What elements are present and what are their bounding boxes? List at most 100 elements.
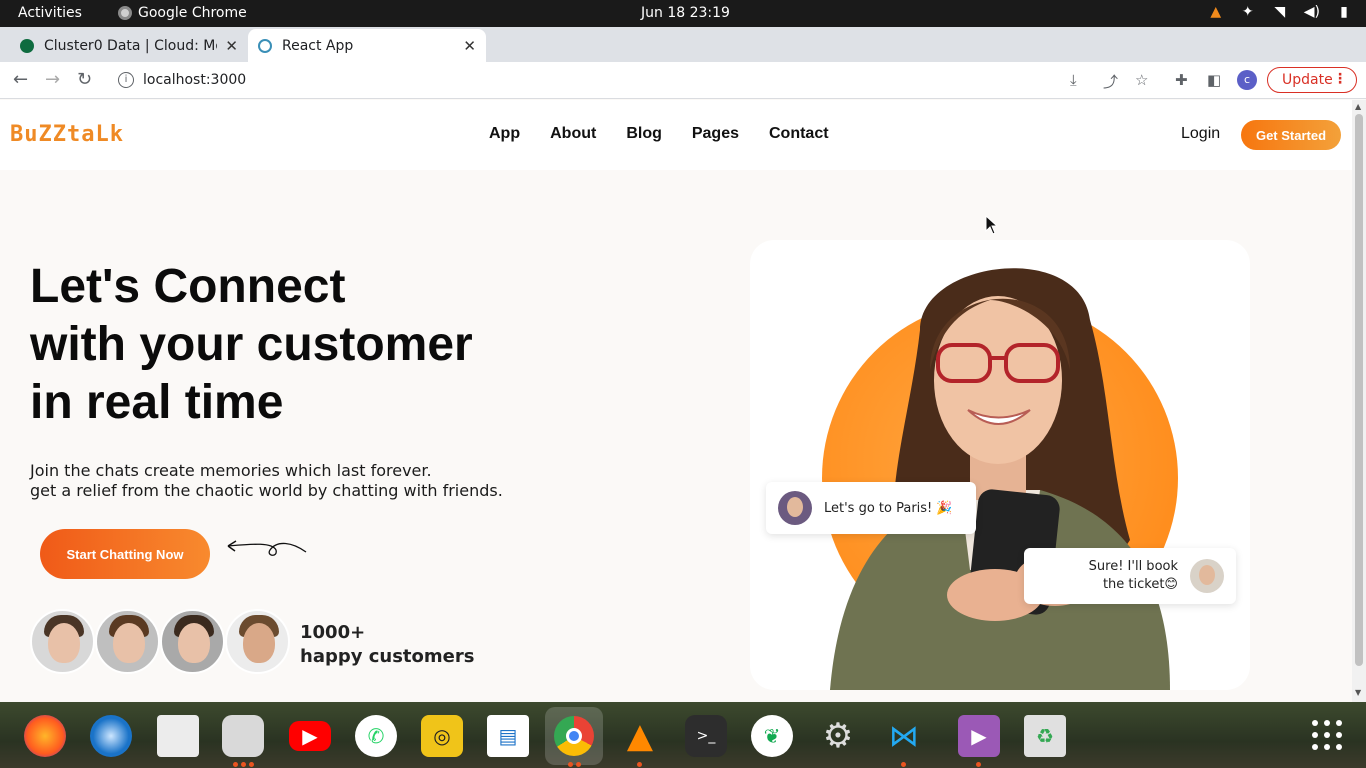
- files-icon[interactable]: [222, 715, 264, 757]
- running-indicator: [233, 762, 238, 767]
- running-indicator: [568, 762, 573, 767]
- thunderbird-icon[interactable]: [90, 715, 132, 757]
- chrome-small-icon: [118, 6, 132, 20]
- hero-title: Let's Connect with your customer in real…: [30, 258, 473, 432]
- running-indicator: [249, 762, 254, 767]
- chat-message-line: the ticket😊: [1102, 577, 1178, 592]
- system-top-bar: Activities Google Chrome Jun 18 23:19 ▲ …: [0, 0, 1366, 27]
- customers-label: happy customers: [300, 646, 475, 667]
- side-panel-icon[interactable]: ◧: [1207, 71, 1221, 89]
- hero-subtitle-line: get a relief from the chaotic world by c…: [30, 481, 503, 500]
- forward-icon[interactable]: →: [45, 69, 60, 90]
- wifi-icon[interactable]: ◥: [1272, 4, 1288, 20]
- close-tab-icon[interactable]: ✕: [225, 37, 238, 55]
- update-button[interactable]: Update ⋮: [1267, 67, 1357, 93]
- rhythmbox-icon[interactable]: ◎: [421, 715, 463, 757]
- vscode-icon[interactable]: ⋈: [883, 715, 925, 757]
- customer-count: 1000+ happy customers: [300, 621, 474, 669]
- hero-title-line: Let's Connect: [30, 260, 346, 313]
- settings-icon[interactable]: ⚙: [817, 715, 859, 757]
- vlc-icon[interactable]: ▲: [619, 715, 661, 757]
- url-text: localhost:3000: [143, 72, 247, 88]
- scroll-up-icon[interactable]: ▲: [1355, 102, 1361, 111]
- back-icon[interactable]: ←: [13, 69, 28, 90]
- page-scrollbar[interactable]: ▲ ▼: [1352, 100, 1366, 702]
- system-tray[interactable]: ▲ ✦ ◥ ◀) ▮: [1208, 4, 1352, 20]
- scrollbar-thumb[interactable]: [1355, 114, 1363, 666]
- mongodb-leaf-icon: [20, 38, 34, 53]
- trash-icon[interactable]: ♻: [1024, 715, 1066, 757]
- hero-subtitle-line: Join the chats create memories which las…: [30, 461, 432, 480]
- avatar: [778, 491, 812, 525]
- page-viewport: BuZZtaLk App About Blog Pages Contact Lo…: [0, 100, 1352, 702]
- running-indicator: [241, 762, 246, 767]
- tab-react-app[interactable]: React App ✕: [248, 29, 486, 62]
- reload-icon[interactable]: ↻: [77, 69, 92, 90]
- bookmark-star-icon[interactable]: ☆: [1135, 71, 1148, 89]
- close-tab-icon[interactable]: ✕: [463, 37, 476, 55]
- address-bar[interactable]: i localhost:3000: [110, 66, 1060, 94]
- vlc-tray-icon[interactable]: ▲: [1208, 4, 1224, 20]
- chrome-menu-icon[interactable]: ⋮: [1333, 71, 1347, 87]
- battery-icon[interactable]: ▮: [1336, 4, 1352, 20]
- youtube-icon[interactable]: ▶: [289, 721, 331, 751]
- tab-title: Cluster0 Data | Cloud: Mor: [44, 37, 218, 54]
- mouse-cursor-icon: [985, 215, 999, 235]
- tab-title: React App: [282, 37, 354, 54]
- whatsapp-icon[interactable]: ✆: [355, 715, 397, 757]
- text-editor-icon[interactable]: [157, 715, 199, 757]
- woman-with-phone-image: [830, 268, 1170, 690]
- main-nav: App About Blog Pages Contact: [489, 125, 829, 143]
- dock: ▶ ✆ ◎ ▤ ▲ >_ ❦ ⚙ ⋈ ▶ ♻: [0, 702, 1366, 768]
- avatar: [225, 609, 290, 674]
- running-indicator: [901, 762, 906, 767]
- avatar: [95, 609, 160, 674]
- install-icon[interactable]: ⤓: [1070, 71, 1077, 89]
- nav-pages[interactable]: Pages: [692, 125, 739, 143]
- libreoffice-writer-icon[interactable]: ▤: [487, 715, 529, 757]
- firefox-icon[interactable]: [24, 715, 66, 757]
- start-chatting-button[interactable]: Start Chatting Now: [40, 529, 210, 579]
- hero-image-card: [750, 240, 1250, 690]
- running-indicator: [637, 762, 642, 767]
- clock[interactable]: Jun 18 23:19: [641, 5, 730, 21]
- avatar: [1190, 559, 1224, 593]
- chat-message: Sure! I'll book the ticket😊: [1089, 558, 1178, 594]
- profile-avatar[interactable]: c: [1237, 70, 1257, 90]
- site-info-icon[interactable]: i: [118, 72, 134, 88]
- scroll-down-icon[interactable]: ▼: [1355, 688, 1361, 697]
- chat-message-line: Sure! I'll book: [1088, 559, 1178, 574]
- login-link[interactable]: Login: [1181, 125, 1220, 143]
- tab-cluster0[interactable]: Cluster0 Data | Cloud: Mor ✕: [10, 29, 248, 62]
- mongodb-compass-icon[interactable]: ❦: [751, 715, 793, 757]
- chat-message: Let's go to Paris! 🎉: [824, 500, 953, 516]
- site-header: BuZZtaLk App About Blog Pages Contact Lo…: [0, 100, 1352, 170]
- extensions-icon[interactable]: ✚: [1175, 71, 1188, 89]
- hero-subtitle: Join the chats create memories which las…: [30, 461, 503, 501]
- activities-button[interactable]: Activities: [18, 5, 82, 21]
- video-player-icon[interactable]: ▶: [958, 715, 1000, 757]
- chrome-icon[interactable]: [545, 707, 603, 765]
- avatar: [160, 609, 225, 674]
- tab-strip: Cluster0 Data | Cloud: Mor ✕ React App ✕…: [0, 27, 1366, 84]
- accessibility-icon[interactable]: ✦: [1240, 4, 1256, 20]
- nav-blog[interactable]: Blog: [626, 125, 662, 143]
- share-icon[interactable]: ⤴: [1103, 71, 1118, 92]
- nav-contact[interactable]: Contact: [769, 125, 829, 143]
- browser-toolbar: ← → ↻ i localhost:3000 ⤓ ⤴ ☆ ✚ ◧: [0, 62, 1366, 99]
- get-started-button[interactable]: Get Started: [1241, 120, 1341, 150]
- app-menu[interactable]: Google Chrome: [118, 5, 247, 21]
- terminal-icon[interactable]: >_: [685, 715, 727, 757]
- running-indicator: [976, 762, 981, 767]
- app-menu-label: Google Chrome: [138, 5, 247, 21]
- hero-title-line: in real time: [30, 376, 284, 429]
- nav-about[interactable]: About: [550, 125, 596, 143]
- chat-bubble-outgoing: Let's go to Paris! 🎉: [766, 482, 976, 534]
- site-logo[interactable]: BuZZtaLk: [10, 122, 124, 147]
- volume-icon[interactable]: ◀): [1304, 4, 1320, 20]
- show-apps-icon[interactable]: [1312, 720, 1342, 750]
- avatar: [30, 609, 95, 674]
- nav-app[interactable]: App: [489, 125, 520, 143]
- hero-title-line: with your customer: [30, 318, 473, 371]
- running-indicator: [576, 762, 581, 767]
